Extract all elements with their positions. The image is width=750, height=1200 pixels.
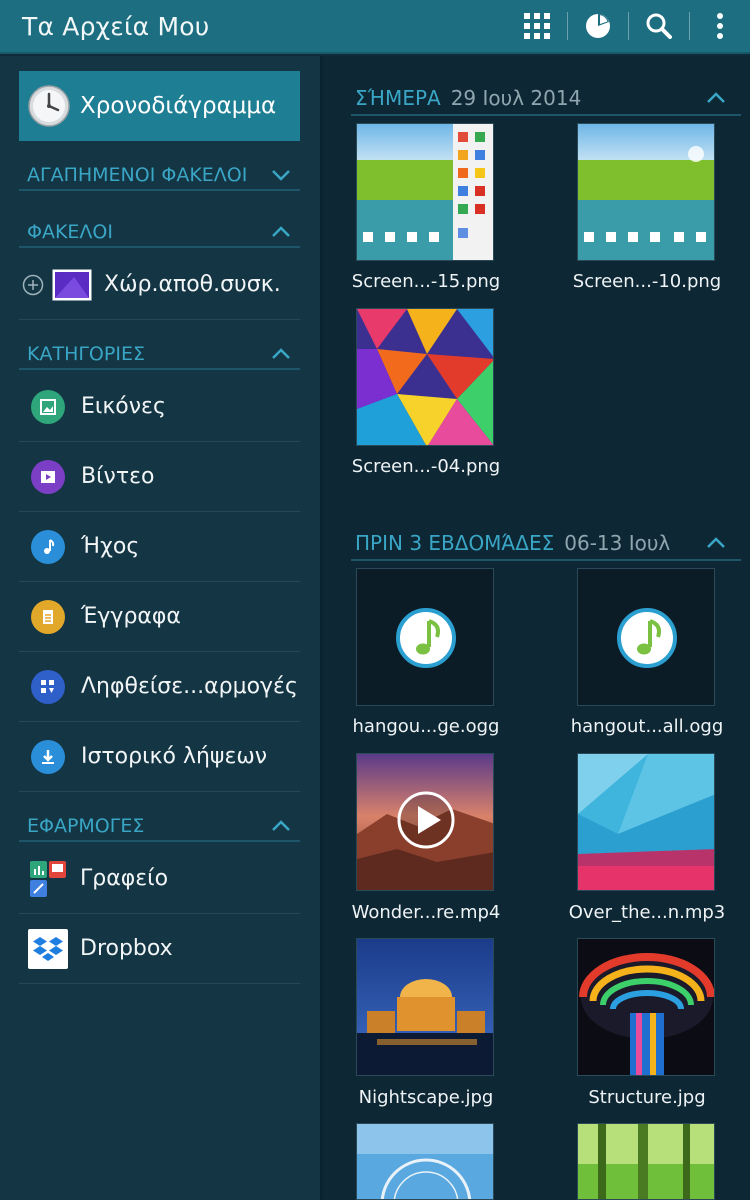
file-name: Structure.jpg bbox=[588, 1087, 706, 1108]
app-office[interactable]: Γραφείο bbox=[19, 844, 300, 914]
folders-header[interactable]: ΦΑΚΕΛΟΙ bbox=[19, 218, 300, 248]
chevron-up-icon bbox=[272, 820, 290, 831]
file-thumbnail[interactable] bbox=[356, 1123, 494, 1200]
overflow-menu-icon bbox=[717, 13, 723, 39]
abstract-image bbox=[578, 754, 714, 890]
grid-icon bbox=[524, 13, 550, 39]
storage-pie-icon bbox=[586, 14, 610, 38]
category-audio[interactable]: Ήχος bbox=[19, 512, 300, 582]
apps-header[interactable]: ΕΦΑΡΜΟΓΕΣ bbox=[19, 812, 300, 842]
navigation-panel: Χρονοδιάγραμμα ΑΓΑΠΗΜΕΝΟΙ ΦΑΚΕΛΟΙ ΦΑΚΕΛΟ… bbox=[0, 56, 320, 1200]
device-storage-item[interactable]: Χώρ.αποθ.συσκ. bbox=[19, 250, 300, 320]
today-group-header[interactable]: ΣΉΜΕΡΑ 29 Ιουλ 2014 bbox=[351, 82, 741, 116]
audio-file-icon bbox=[617, 608, 677, 668]
chevron-up-icon bbox=[707, 92, 725, 103]
file-thumbnail[interactable] bbox=[577, 123, 715, 261]
app-title: Τα Αρχεία Μου bbox=[22, 11, 210, 41]
timeline-button[interactable]: Χρονοδιάγραμμα bbox=[19, 71, 300, 141]
category-videos[interactable]: Βίντεο bbox=[19, 442, 300, 512]
folders-header-label: ΦΑΚΕΛΟΙ bbox=[27, 221, 113, 243]
wallpaper-image bbox=[357, 309, 493, 445]
weeks-ago-title: ΠΡΙΝ 3 ΕΒΔΟΜΆΔΕΣ bbox=[355, 531, 555, 555]
category-label: Βίντεο bbox=[81, 464, 155, 489]
chevron-up-icon bbox=[272, 348, 290, 359]
office-icon bbox=[30, 860, 66, 897]
category-label: Ιστορικό λήψεων bbox=[81, 744, 268, 769]
category-label: Εικόνες bbox=[81, 394, 166, 419]
audio-file-icon bbox=[396, 608, 456, 668]
device-storage-label: Χώρ.αποθ.συσκ. bbox=[104, 272, 281, 297]
music-note-icon bbox=[31, 529, 65, 564]
app-dropbox[interactable]: Dropbox bbox=[19, 914, 300, 984]
document-icon bbox=[31, 599, 65, 634]
storage-usage-button[interactable] bbox=[568, 0, 628, 53]
weeks-ago-date: 06-13 Ιουλ bbox=[564, 531, 671, 555]
chevron-up-icon bbox=[272, 226, 290, 237]
download-icon bbox=[31, 739, 65, 774]
file-name: Screen...-15.png bbox=[351, 271, 501, 292]
favorites-header[interactable]: ΑΓΑΠΗΜΕΝΟΙ ΦΑΚΕΛΟΙ bbox=[19, 161, 300, 191]
forest-image bbox=[578, 1124, 714, 1199]
file-name: hangou...ge.ogg bbox=[352, 716, 500, 737]
file-thumbnail[interactable] bbox=[356, 753, 494, 891]
category-downloaded-apps[interactable]: Ληφθείσε...αρμογές bbox=[19, 652, 300, 722]
category-label: Έγγραφα bbox=[81, 604, 181, 629]
structure-image bbox=[578, 939, 714, 1075]
file-thumbnail[interactable] bbox=[577, 938, 715, 1076]
timeline-label: Χρονοδιάγραμμα bbox=[80, 93, 277, 119]
night-building-image bbox=[357, 939, 493, 1075]
category-label: Ληφθείσε...αρμογές bbox=[81, 674, 298, 699]
timeline-content: ΣΉΜΕΡΑ 29 Ιουλ 2014 Screen...-15.png Scr… bbox=[323, 56, 750, 1200]
file-thumbnail[interactable] bbox=[356, 938, 494, 1076]
weeks-ago-group-header[interactable]: ΠΡΙΝ 3 ΕΒΔΟΜΆΔΕΣ 06-13 Ιουλ bbox=[351, 527, 741, 561]
toolbar-actions bbox=[507, 0, 750, 52]
ferris-wheel-image bbox=[357, 1124, 493, 1199]
file-thumbnail[interactable] bbox=[577, 568, 715, 706]
screenshot-image bbox=[578, 124, 714, 260]
category-label: Ήχος bbox=[81, 534, 140, 559]
file-name: Nightscape.jpg bbox=[358, 1087, 494, 1108]
grid-view-button[interactable] bbox=[507, 0, 567, 53]
screenshot-image bbox=[357, 124, 493, 260]
file-thumbnail[interactable] bbox=[577, 753, 715, 891]
apps-header-label: ΕΦΑΡΜΟΓΕΣ bbox=[27, 815, 145, 837]
category-download-history[interactable]: Ιστορικό λήψεων bbox=[19, 722, 300, 792]
clock-icon bbox=[28, 85, 70, 127]
expand-plus-icon[interactable] bbox=[22, 274, 44, 296]
chevron-down-icon bbox=[272, 170, 290, 181]
app-bar: Τα Αρχεία Μου bbox=[0, 0, 750, 54]
overflow-menu-button[interactable] bbox=[690, 0, 750, 53]
file-thumbnail[interactable] bbox=[356, 123, 494, 261]
chevron-up-icon bbox=[707, 537, 725, 548]
file-thumbnail[interactable] bbox=[356, 568, 494, 706]
file-name: Screen...-10.png bbox=[572, 271, 722, 292]
today-date: 29 Ιουλ 2014 bbox=[450, 86, 582, 110]
video-icon bbox=[31, 459, 65, 494]
search-button[interactable] bbox=[629, 0, 689, 53]
file-thumbnail[interactable] bbox=[356, 308, 494, 446]
play-icon bbox=[397, 791, 455, 849]
file-name: Over_the...n.mp3 bbox=[568, 902, 726, 923]
file-name: Wonder...re.mp4 bbox=[351, 902, 501, 923]
search-icon bbox=[646, 13, 672, 39]
file-thumbnail[interactable] bbox=[577, 1123, 715, 1200]
app-label: Γραφείο bbox=[80, 866, 169, 891]
categories-header-label: ΚΑΤΗΓΟΡΙΕΣ bbox=[27, 343, 145, 365]
favorites-header-label: ΑΓΑΠΗΜΕΝΟΙ ΦΑΚΕΛΟΙ bbox=[27, 164, 248, 186]
dropbox-icon bbox=[28, 928, 68, 969]
file-name: hangout...all.ogg bbox=[570, 716, 724, 737]
device-storage-icon bbox=[52, 269, 92, 300]
category-images[interactable]: Εικόνες bbox=[19, 372, 300, 442]
file-name: Screen...-04.png bbox=[351, 456, 501, 477]
today-title: ΣΉΜΕΡΑ bbox=[355, 86, 441, 110]
category-documents[interactable]: Έγγραφα bbox=[19, 582, 300, 652]
app-label: Dropbox bbox=[80, 936, 173, 961]
image-icon bbox=[31, 389, 65, 424]
categories-header[interactable]: ΚΑΤΗΓΟΡΙΕΣ bbox=[19, 340, 300, 370]
downloaded-apps-icon bbox=[31, 669, 65, 704]
